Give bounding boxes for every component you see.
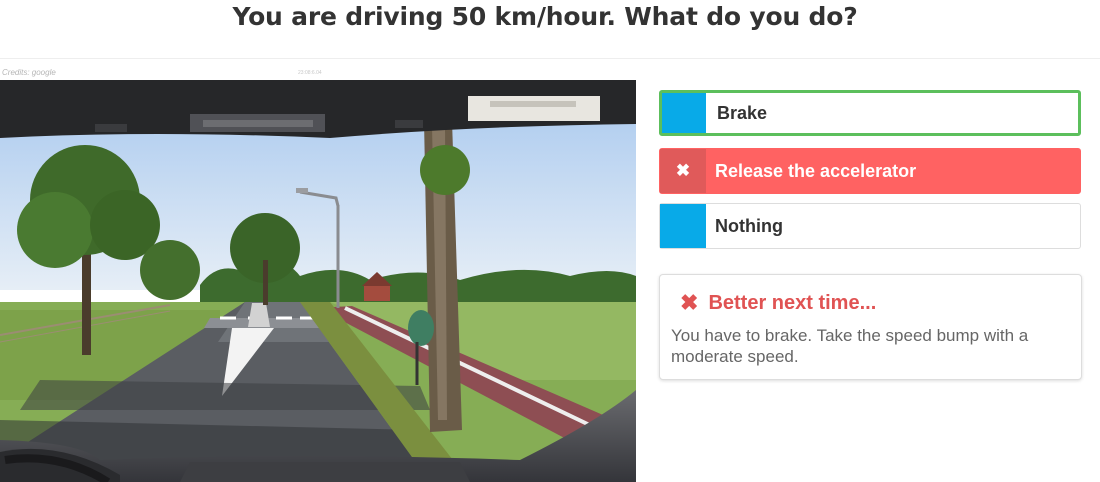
image-credits: Credits: google	[2, 68, 56, 77]
answer-label: Nothing	[715, 215, 783, 236]
header-divider	[0, 58, 1100, 59]
answer-marker	[660, 204, 706, 248]
close-icon: ✖	[660, 149, 706, 193]
driving-scene-svg	[0, 80, 636, 482]
feedback-text: You have to brake. Take the speed bump w…	[671, 326, 1029, 366]
feedback-title: ✖ Better next time...	[680, 290, 876, 316]
answer-label: Brake	[717, 102, 768, 123]
answer-label: Release the accelerator	[715, 160, 917, 181]
image-code: 23:08:6.04	[298, 70, 322, 76]
answer-brake[interactable]: Brake	[659, 90, 1081, 136]
feedback-panel: ✖ Better next time... You have to brake.…	[659, 274, 1082, 380]
answer-nothing[interactable]: Nothing	[659, 203, 1081, 249]
close-icon: ✖	[680, 290, 699, 315]
feedback-title-text: Better next time...	[708, 291, 877, 314]
question-title: You are driving 50 km/hour. What do you …	[232, 2, 858, 31]
driving-scene-image	[0, 80, 636, 482]
answer-release-accelerator[interactable]: ✖ Release the accelerator	[659, 148, 1081, 194]
answer-marker	[662, 93, 706, 133]
